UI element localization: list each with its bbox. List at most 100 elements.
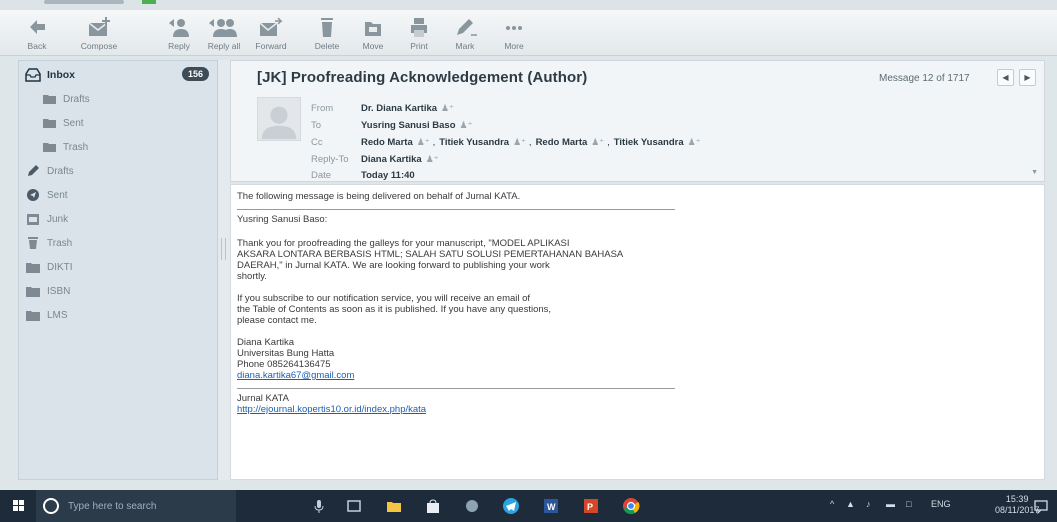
cortana-circle-icon: [43, 498, 59, 514]
signature-phone: Phone 085264136475: [237, 359, 331, 370]
reply-button[interactable]: Reply: [163, 12, 195, 54]
from-label: From: [311, 102, 334, 114]
add-contact-icon[interactable]: ♟⁺: [688, 137, 701, 148]
header-replyto-row: Reply-To Diana Kartika ♟⁺: [311, 152, 442, 166]
toolbar: Back Compose Reply Reply all Forward Del…: [0, 10, 1057, 56]
sidebar-item-junk[interactable]: Junk: [19, 207, 217, 231]
body-divider: [237, 388, 675, 389]
replyto-value[interactable]: Diana Kartika: [361, 154, 422, 165]
sidebar-item-label: Trash: [63, 141, 89, 153]
top-strip: [0, 0, 1057, 10]
compose-button[interactable]: Compose: [74, 12, 124, 54]
more-button[interactable]: More: [498, 12, 530, 54]
sidebar-item-label: Trash: [47, 237, 73, 249]
back-button[interactable]: Back: [22, 12, 52, 54]
powerpoint-icon[interactable]: P: [582, 497, 600, 515]
body-text-line: AKSARA LONTARA BERBASIS HTML; SALAH SATU…: [237, 249, 624, 260]
top-strip-mark: [44, 0, 124, 4]
folder-sidebar: Inbox 156 Drafts Sent Trash Drafts Sent …: [18, 60, 218, 480]
chrome-icon[interactable]: [622, 497, 640, 515]
move-label: Move: [362, 41, 384, 51]
footer-journal-name: Jurnal KATA: [237, 393, 289, 404]
sidebar-item-sent[interactable]: Sent: [19, 183, 217, 207]
message-counter: Message 12 of 1717: [879, 73, 970, 84]
date-value: Today 11:40: [361, 169, 415, 181]
mark-button[interactable]: Mark: [446, 12, 484, 54]
sidebar-item-drafts[interactable]: Drafts: [19, 159, 217, 183]
inbox-icon: [25, 68, 41, 82]
sidebar-item-dikti[interactable]: DIKTI: [19, 255, 217, 279]
add-contact-icon[interactable]: ♟⁺: [460, 120, 473, 131]
svg-text:W: W: [547, 502, 556, 512]
footer-journal-link[interactable]: http://ejournal.kopertis10.or.id/index.p…: [237, 404, 1044, 415]
signature-email-link[interactable]: diana.kartika67@gmail.com: [237, 370, 1044, 381]
message-header: [JK] Proofreading Acknowledgement (Autho…: [230, 60, 1045, 182]
add-contact-icon[interactable]: ♟⁺: [441, 103, 454, 114]
reply-all-button[interactable]: Reply all: [205, 12, 243, 54]
folder-icon: [25, 260, 41, 274]
windows-start-icon[interactable]: [10, 497, 28, 515]
microphone-icon[interactable]: [310, 497, 328, 515]
sidebar-item-lms[interactable]: LMS: [19, 303, 217, 327]
header-cc-row: Cc Redo Marta ♟⁺, Titiek Yusandra ♟⁺, Re…: [311, 135, 703, 149]
sidebar-item-trash[interactable]: Trash: [19, 231, 217, 255]
sidebar-item-inbox[interactable]: Inbox 156: [19, 63, 217, 87]
sidebar-item-label: LMS: [47, 309, 68, 321]
body-text-line: If you subscribe to our notification ser…: [237, 293, 531, 304]
taskbar-search-box[interactable]: Type here to search: [36, 490, 236, 522]
cc-recipient[interactable]: Redo Marta: [536, 137, 588, 148]
action-center-icon[interactable]: [1032, 497, 1050, 515]
expand-headers-chevron-icon[interactable]: ▼: [1031, 169, 1038, 176]
signature-org: Universitas Bung Hatta: [237, 348, 335, 359]
add-contact-icon[interactable]: ♟⁺: [513, 137, 526, 148]
windows-taskbar: Type here to search W P ^ ▲ ♪ ▬ □ ENG 15…: [0, 490, 1057, 522]
print-button[interactable]: Print: [401, 12, 437, 54]
delete-label: Delete: [314, 41, 340, 51]
body-text-line: DAERAH," in Jurnal KATA. We are looking …: [237, 260, 550, 271]
cc-recipient[interactable]: Titiek Yusandra: [614, 137, 684, 148]
message-subject: [JK] Proofreading Acknowledgement (Autho…: [257, 69, 588, 86]
folder-icon: [25, 308, 41, 322]
top-strip-green-mark: [142, 0, 156, 4]
triangle-left-icon: ◀: [1002, 73, 1009, 82]
network-icon[interactable]: ▲: [846, 499, 855, 509]
next-message-button[interactable]: ▶: [1019, 69, 1036, 86]
delete-button[interactable]: Delete: [309, 12, 345, 54]
move-button[interactable]: Move: [353, 12, 393, 54]
word-icon[interactable]: W: [542, 497, 560, 515]
message-body: The following message is being delivered…: [230, 184, 1045, 480]
recycle-app-icon[interactable]: [463, 497, 481, 515]
search-placeholder: Type here to search: [68, 500, 157, 512]
print-label: Print: [410, 41, 428, 51]
from-value[interactable]: Dr. Diana Kartika: [361, 103, 437, 114]
sidebar-item-label: ISBN: [47, 285, 71, 297]
task-view-icon[interactable]: [345, 497, 363, 515]
sidebar-item-inbox-sent[interactable]: Sent: [19, 111, 217, 135]
store-icon[interactable]: [424, 497, 442, 515]
volume-icon[interactable]: ♪: [866, 499, 871, 509]
previous-message-button[interactable]: ◀: [997, 69, 1014, 86]
pane-splitter[interactable]: [218, 60, 230, 480]
notification-bubble-icon[interactable]: □: [906, 499, 911, 509]
file-explorer-icon[interactable]: [385, 497, 403, 515]
sidebar-item-label: Drafts: [63, 93, 90, 105]
cc-separator: ,: [528, 136, 532, 148]
add-contact-icon[interactable]: ♟⁺: [426, 154, 439, 165]
date-label: Date: [311, 169, 332, 181]
telegram-icon[interactable]: [502, 497, 520, 515]
add-contact-icon[interactable]: ♟⁺: [591, 137, 604, 148]
sidebar-item-inbox-drafts[interactable]: Drafts: [19, 87, 217, 111]
tray-chevron-icon[interactable]: ^: [830, 499, 834, 509]
cc-recipient[interactable]: Redo Marta: [361, 137, 413, 148]
language-indicator[interactable]: ENG: [931, 499, 951, 509]
battery-icon[interactable]: ▬: [886, 499, 895, 509]
to-label: To: [311, 119, 322, 131]
to-value[interactable]: Yusring Sanusi Baso: [361, 120, 456, 131]
cc-recipient[interactable]: Titiek Yusandra: [439, 137, 509, 148]
sidebar-item-isbn[interactable]: ISBN: [19, 279, 217, 303]
sidebar-item-inbox-trash[interactable]: Trash: [19, 135, 217, 159]
splitter-grip[interactable]: [221, 238, 226, 260]
forward-button[interactable]: Forward: [251, 12, 291, 54]
add-contact-icon[interactable]: ♟⁺: [417, 137, 430, 148]
folder-icon: [41, 116, 57, 130]
